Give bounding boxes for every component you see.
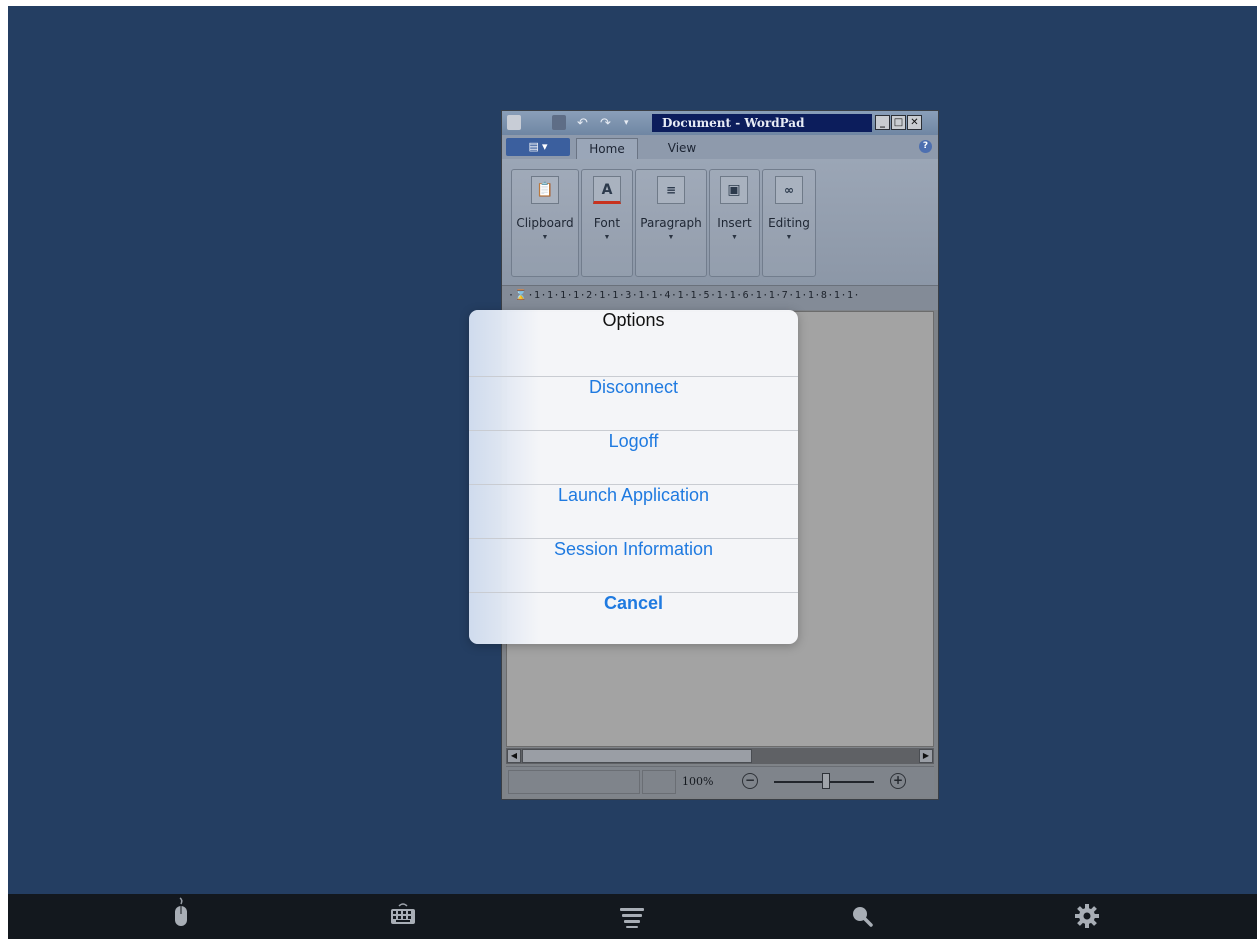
binoculars-icon: ∞ — [775, 176, 803, 204]
help-icon[interactable]: ? — [919, 140, 932, 153]
zoom-out-icon[interactable]: − — [742, 773, 758, 789]
zoom-in-icon[interactable]: + — [890, 773, 906, 789]
undo-icon[interactable]: ↶ — [577, 115, 591, 130]
tab-home[interactable]: Home — [576, 138, 638, 159]
window-title: Document - WordPad — [652, 114, 872, 132]
redo-icon[interactable]: ↷ — [600, 115, 614, 130]
minimize-button[interactable]: _ — [875, 115, 890, 130]
gear-icon[interactable] — [1067, 894, 1107, 939]
ribbon-group-label: Editing — [768, 216, 810, 230]
clipboard-icon: 📋 — [531, 176, 559, 204]
maximize-button[interactable]: □ — [891, 115, 906, 130]
ribbon-group-label: Insert — [717, 216, 752, 230]
launch-application-button[interactable]: Launch Application — [469, 484, 798, 538]
ruler[interactable]: ·⌛·1·1·1·1·2·1·1·3·1·1·4·1·1·5·1·1·6·1·1… — [502, 285, 938, 310]
cancel-button[interactable]: Cancel — [469, 592, 798, 644]
scroll-left-icon[interactable]: ◀ — [507, 749, 521, 763]
mouse-icon[interactable] — [161, 894, 201, 939]
ribbon-group-label: Paragraph — [640, 216, 702, 230]
chevron-down-icon: ▼ — [731, 234, 738, 241]
ribbon-group-paragraph[interactable]: ≡ Paragraph ▼ — [635, 169, 707, 277]
font-color-icon: A — [593, 176, 621, 204]
save-icon[interactable] — [552, 115, 566, 130]
scroll-right-icon[interactable]: ▶ — [919, 749, 933, 763]
status-bar: 100% − + — [506, 766, 934, 797]
ribbon-tab-bar: ▤ ▾ Home View ? — [502, 135, 938, 159]
picture-icon: ▣ — [720, 176, 748, 204]
chevron-down-icon: ▼ — [603, 234, 611, 241]
quick-access-dropdown-icon[interactable]: ▾ — [624, 115, 638, 130]
chevron-down-icon: ▼ — [541, 234, 549, 241]
keyboard-icon[interactable] — [383, 894, 423, 939]
chevron-down-icon: ▼ — [785, 234, 793, 241]
zoom-level-label: 100% — [682, 775, 714, 788]
zoom-slider-thumb[interactable] — [822, 773, 830, 789]
remote-desktop-screen: ↶ ↷ ▾ Document - WordPad _ □ ✕ ▤ ▾ Home … — [8, 6, 1257, 939]
menu-icon[interactable] — [612, 894, 652, 939]
ribbon: 📋 Clipboard ▼ A Font ▼ ≡ Paragraph ▼ ▣ I… — [502, 159, 938, 285]
paragraph-icon: ≡ — [657, 176, 685, 204]
ribbon-group-editing[interactable]: ∞ Editing ▼ — [762, 169, 816, 277]
title-bar: ↶ ↷ ▾ Document - WordPad _ □ ✕ — [502, 111, 938, 135]
status-field — [642, 770, 676, 794]
ruler-ticks: ·⌛·1·1·1·1·2·1·1·3·1·1·4·1·1·5·1·1·6·1·1… — [508, 290, 861, 301]
sheet-title: Options — [602, 310, 665, 330]
ribbon-group-label: Clipboard — [516, 216, 574, 230]
ribbon-group-label: Font — [593, 216, 621, 230]
wordpad-app-icon[interactable] — [507, 115, 521, 130]
scrollbar-thumb[interactable] — [522, 749, 752, 763]
status-field — [508, 770, 640, 794]
close-button[interactable]: ✕ — [907, 115, 922, 130]
chevron-down-icon: ▼ — [667, 234, 675, 241]
horizontal-scrollbar[interactable]: ◀ ▶ — [506, 748, 934, 764]
tab-view[interactable]: View — [652, 138, 712, 159]
ribbon-group-clipboard[interactable]: 📋 Clipboard ▼ — [511, 169, 579, 277]
application-menu-button[interactable]: ▤ ▾ — [506, 138, 570, 156]
ribbon-group-insert[interactable]: ▣ Insert ▼ — [709, 169, 760, 277]
disconnect-button[interactable]: Disconnect — [469, 376, 798, 430]
logoff-button[interactable]: Logoff — [469, 430, 798, 484]
ribbon-group-font[interactable]: A Font ▼ — [581, 169, 633, 277]
bottom-toolbar — [8, 894, 1257, 939]
options-action-sheet: Options Disconnect Logoff Launch Applica… — [469, 310, 798, 644]
search-icon[interactable] — [842, 894, 882, 939]
session-information-button[interactable]: Session Information — [469, 538, 798, 592]
